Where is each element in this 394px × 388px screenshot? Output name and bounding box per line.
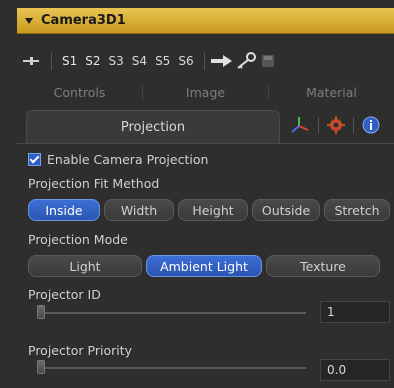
projection-mode-label: Projection Mode	[28, 232, 128, 247]
gear-icon[interactable]	[327, 116, 345, 134]
node-title-bar[interactable]: Camera3D1	[17, 8, 394, 34]
node-title: Camera3D1	[41, 13, 126, 28]
slot-s1[interactable]: S1	[62, 54, 77, 68]
key-icon[interactable]	[235, 52, 257, 70]
arrow-right-icon[interactable]	[210, 54, 233, 68]
tab-icon-separator	[318, 117, 319, 133]
toolbar-separator	[51, 52, 52, 70]
tab-projection[interactable]: Projection	[26, 110, 280, 144]
slot-s6[interactable]: S6	[178, 54, 193, 68]
tab-icon-separator	[353, 117, 354, 133]
projection-mode-buttons: Light Ambient Light Texture	[28, 255, 380, 277]
slot-s5[interactable]: S5	[155, 54, 170, 68]
slot-s4[interactable]: S4	[132, 54, 147, 68]
checkbox-label: Enable Camera Projection	[47, 152, 209, 167]
tab-image[interactable]: Image	[143, 84, 269, 100]
tab-icon-group	[290, 116, 380, 134]
enable-camera-projection-checkbox[interactable]: Enable Camera Projection	[28, 152, 208, 167]
fit-width-button[interactable]: Width	[104, 199, 174, 221]
fit-height-button[interactable]: Height	[178, 199, 248, 221]
mode-texture-button[interactable]: Texture	[266, 255, 380, 277]
fit-outside-button[interactable]: Outside	[252, 199, 320, 221]
slot-s2[interactable]: S2	[85, 54, 100, 68]
projector-priority-slider-handle[interactable]	[37, 360, 45, 374]
fit-inside-button[interactable]: Inside	[28, 199, 100, 221]
disk-icon[interactable]	[261, 54, 275, 68]
projector-priority-slider-track[interactable]	[38, 367, 306, 369]
mode-light-button[interactable]: Light	[28, 255, 142, 277]
checkbox-box[interactable]	[28, 153, 41, 166]
tab-bar: Controls Image Material	[17, 80, 394, 104]
mode-ambient-light-button[interactable]: Ambient Light	[146, 255, 262, 277]
tab-controls[interactable]: Controls	[17, 84, 143, 100]
projector-id-input[interactable]: 1	[320, 301, 390, 323]
collapse-triangle-icon[interactable]	[25, 17, 33, 24]
info-icon[interactable]	[362, 116, 380, 134]
panel-divider	[17, 143, 394, 144]
toolbar-separator	[203, 52, 205, 70]
slot-s3[interactable]: S3	[109, 54, 124, 68]
fit-method-label: Projection Fit Method	[28, 176, 160, 191]
projector-id-slider-handle[interactable]	[37, 305, 45, 319]
fit-method-buttons: Inside Width Height Outside Stretch	[28, 199, 390, 221]
projector-priority-label: Projector Priority	[28, 343, 133, 358]
fit-stretch-button[interactable]: Stretch	[324, 199, 390, 221]
projector-id-slider-track[interactable]	[38, 312, 306, 314]
tab-material[interactable]: Material	[269, 85, 394, 100]
projector-id-label: Projector ID	[28, 287, 101, 302]
pin-icon[interactable]	[23, 55, 39, 67]
projector-priority-input[interactable]: 0.0	[320, 359, 390, 381]
axis-transform-icon[interactable]	[290, 116, 310, 134]
toolbar: S1 S2 S3 S4 S5 S6	[17, 46, 394, 76]
